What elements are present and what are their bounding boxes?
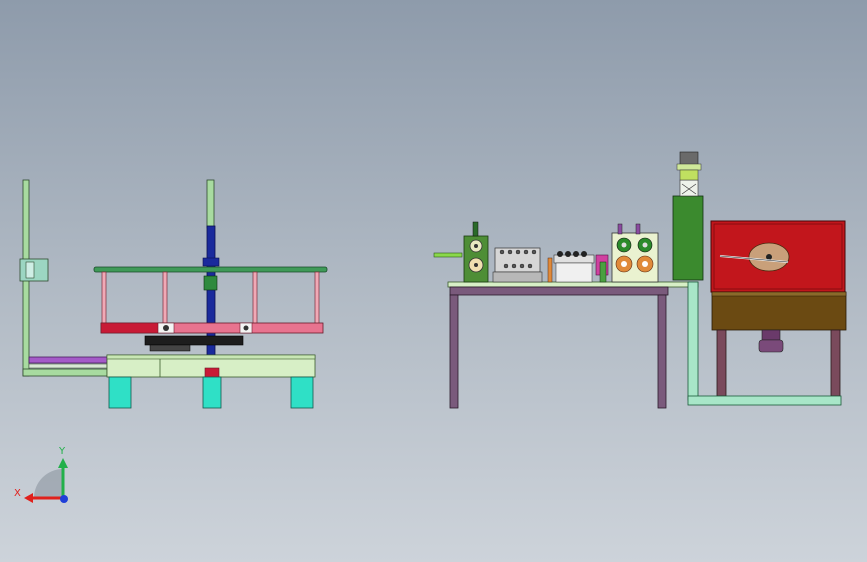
lower-panel [711, 291, 847, 331]
coordinate-triad: Y X [14, 446, 68, 503]
table-leg-right [657, 294, 667, 409]
purple-guide-bar [28, 356, 108, 364]
straightener-table [433, 151, 704, 409]
payoff-machine [19, 179, 328, 409]
base-rail [687, 395, 842, 406]
x-axis-label: X [14, 488, 21, 499]
table-leg-left [449, 294, 459, 409]
central-mast-top [206, 179, 215, 229]
triad-background [34, 469, 63, 498]
cutting-unit [687, 220, 847, 406]
blue-shaft [206, 225, 216, 377]
base-feet [108, 376, 314, 409]
y-axis-label: Y [58, 446, 66, 457]
cad-drawing[interactable]: Y X [0, 0, 867, 562]
turntable-plate [93, 266, 328, 273]
z-axis-dot [60, 495, 68, 503]
table-top [447, 281, 699, 288]
left-frame-foot [22, 368, 108, 377]
cad-viewport[interactable]: Y X [0, 0, 867, 562]
motor-column [672, 195, 704, 281]
gearbox [144, 335, 244, 346]
